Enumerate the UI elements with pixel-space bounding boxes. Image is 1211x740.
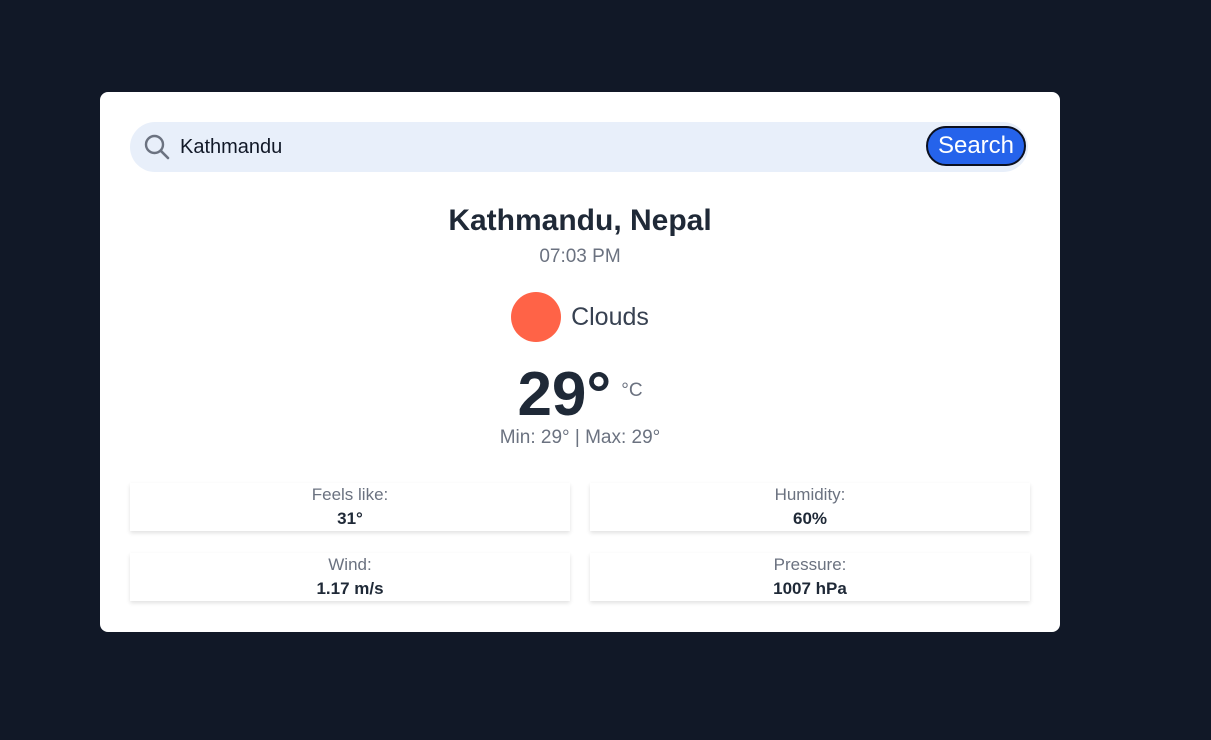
search-icon — [144, 134, 170, 160]
local-time: 07:03 PM — [539, 246, 621, 267]
stat-label: Pressure: — [773, 555, 847, 574]
stat-pressure: Pressure: 1007 hPa — [590, 553, 1030, 601]
stat-value: 1007 hPa — [773, 579, 847, 598]
search-button[interactable]: Search — [926, 126, 1026, 166]
stat-value: 31° — [337, 509, 363, 528]
temperature-value: 29° — [517, 360, 612, 429]
temperature-unit: °C — [621, 380, 643, 401]
stat-feels-like: Feels like: 31° — [130, 483, 570, 531]
location-title: Kathmandu, Nepal — [448, 204, 712, 237]
stat-wind: Wind: 1.17 m/s — [130, 553, 570, 601]
condition-row: Clouds — [100, 292, 1060, 342]
search-bar: Search — [130, 122, 1028, 172]
search-input[interactable] — [180, 132, 880, 162]
stat-label: Humidity: — [774, 485, 846, 504]
stat-label: Feels like: — [311, 485, 389, 504]
stat-value: 60% — [792, 509, 828, 528]
condition-label: Clouds — [571, 302, 649, 331]
stat-label: Wind: — [328, 555, 372, 574]
stat-value: 1.17 m/s — [316, 579, 384, 598]
weather-card: Search Kathmandu, Nepal 07:03 PM Clouds … — [100, 92, 1060, 632]
temperature-row: 29° °C — [100, 360, 1060, 430]
weather-condition-icon — [511, 292, 562, 342]
min-max-temperature: Min: 29° | Max: 29° — [499, 427, 661, 448]
stat-humidity: Humidity: 60% — [590, 483, 1030, 531]
